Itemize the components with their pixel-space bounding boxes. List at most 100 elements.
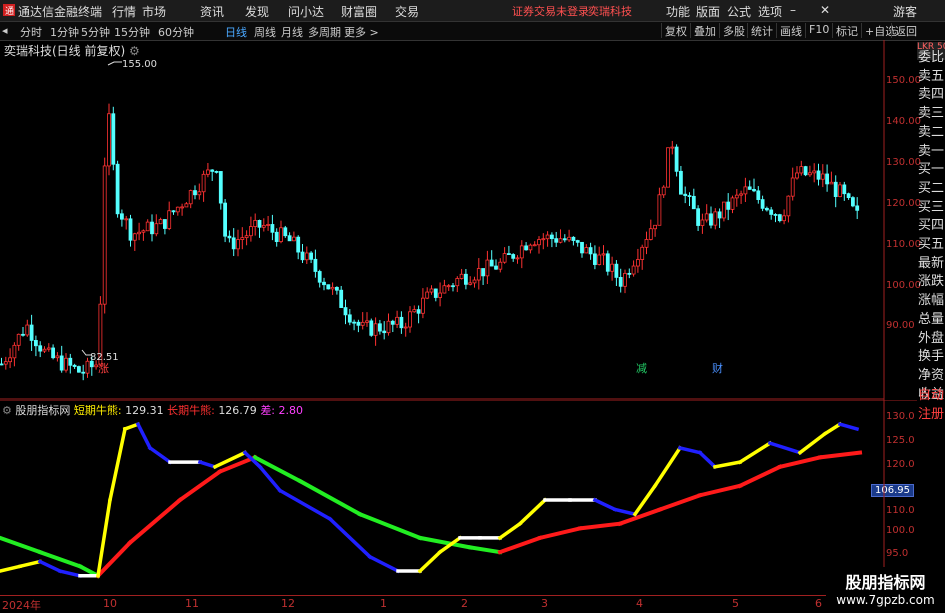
- minimize-icon[interactable]: –: [790, 3, 796, 17]
- menu-formula[interactable]: 公式: [727, 3, 751, 20]
- side-item[interactable]: 净资: [917, 364, 945, 383]
- candle-body: [489, 259, 494, 267]
- long-bull-bear-line: [467, 545, 503, 555]
- candle-body: [550, 234, 554, 240]
- candle-body: [765, 207, 769, 211]
- short-bull-bear-line: [632, 483, 658, 517]
- side-item[interactable]: 卖二: [917, 121, 945, 140]
- side-item[interactable]: 买五: [917, 233, 945, 252]
- candle-body: [730, 197, 735, 210]
- candle-body: [752, 189, 756, 192]
- menu-news[interactable]: 资讯: [200, 3, 224, 20]
- menu-options[interactable]: 选项: [758, 3, 782, 20]
- side-item-bottom[interactable]: 自动: [917, 384, 945, 403]
- candle-body: [162, 219, 167, 229]
- x-tick-label: 2: [461, 597, 468, 610]
- menu-function[interactable]: 功能: [666, 3, 690, 20]
- menu-wealth[interactable]: 财富圈: [341, 3, 377, 20]
- mark-button[interactable]: 标记: [832, 23, 861, 38]
- side-item[interactable]: 换手: [917, 345, 945, 364]
- side-item[interactable]: 卖五: [917, 65, 945, 84]
- price-chart[interactable]: [0, 40, 917, 400]
- side-item[interactable]: 买四: [917, 214, 945, 233]
- menu-discover[interactable]: 发现: [245, 3, 269, 20]
- user-label[interactable]: 游客: [893, 3, 917, 20]
- f10-button[interactable]: F10: [805, 23, 832, 38]
- collapse-icon[interactable]: ◂: [2, 24, 8, 37]
- stats-button[interactable]: 统计: [747, 23, 776, 38]
- candle-body: [279, 227, 283, 242]
- indicator-chart[interactable]: [0, 400, 917, 596]
- menu-market[interactable]: 市场: [142, 3, 166, 20]
- side-item-bottom[interactable]: 注册: [917, 403, 945, 422]
- multi-stock-button[interactable]: 多股: [719, 23, 748, 38]
- candle-body: [377, 323, 382, 332]
- period-multi[interactable]: 多周期: [308, 24, 341, 40]
- candle-body: [446, 285, 451, 288]
- side-item[interactable]: 卖四: [917, 83, 945, 102]
- back-button[interactable]: 返回: [891, 23, 920, 38]
- candle-body: [567, 236, 571, 241]
- candle-body: [855, 205, 860, 211]
- period-15min[interactable]: 15分钟: [114, 24, 150, 40]
- adjust-button[interactable]: 复权: [661, 23, 690, 38]
- candle-body: [236, 239, 240, 250]
- candle-body: [838, 184, 842, 197]
- short-bull-bear-line: [417, 549, 443, 574]
- short-bull-bear-line: [367, 554, 401, 574]
- close-icon[interactable]: ✕: [820, 3, 830, 17]
- candle-body: [124, 218, 129, 221]
- short-bull-bear-line: [712, 460, 743, 469]
- menu-quotes[interactable]: 行情: [112, 3, 136, 20]
- draw-button[interactable]: 画线: [776, 23, 805, 38]
- candle-body: [575, 240, 580, 243]
- candle-body: [227, 235, 232, 239]
- candle-body: [597, 254, 602, 265]
- candle-body: [132, 233, 137, 241]
- period-daily[interactable]: 日线: [225, 24, 247, 40]
- candle-body: [309, 252, 314, 260]
- candle-body: [197, 191, 202, 196]
- candle-body: [640, 246, 645, 260]
- side-item[interactable]: 卖三: [917, 102, 945, 121]
- period-more[interactable]: 更多 >: [344, 24, 379, 40]
- candle-body: [145, 221, 150, 232]
- side-item[interactable]: 涨幅: [917, 289, 945, 308]
- candle-body: [691, 195, 696, 210]
- side-item[interactable]: 买一: [917, 158, 945, 177]
- candle-body: [356, 321, 361, 326]
- period-60min[interactable]: 60分钟: [158, 24, 194, 40]
- period-weekly[interactable]: 周线: [254, 24, 276, 40]
- candle-body: [502, 253, 507, 263]
- period-intraday[interactable]: 分时: [20, 24, 42, 40]
- overlay-button[interactable]: 叠加: [690, 23, 719, 38]
- menu-layout[interactable]: 版面: [696, 3, 720, 20]
- login-notice[interactable]: 证券交易未登录: [512, 3, 589, 19]
- side-item[interactable]: 最新: [917, 252, 945, 271]
- short-bull-bear-line: [517, 497, 548, 527]
- period-5min[interactable]: 5分钟: [81, 24, 110, 40]
- side-item[interactable]: 总量: [917, 308, 945, 327]
- side-item[interactable]: 买二: [917, 177, 945, 196]
- side-item[interactable]: 涨跌: [917, 270, 945, 289]
- candle-body: [519, 245, 524, 259]
- candle-body: [107, 113, 111, 167]
- menu-trade[interactable]: 交易: [395, 3, 419, 20]
- period-1min[interactable]: 1分钟: [50, 24, 79, 40]
- candle-body: [25, 324, 30, 336]
- side-item[interactable]: 买三: [917, 196, 945, 215]
- candle-body: [425, 291, 430, 299]
- high-pointer: [107, 61, 122, 66]
- candle-body: [261, 224, 266, 228]
- menu-ask[interactable]: 问小达: [288, 3, 324, 20]
- candle-body: [64, 357, 68, 371]
- candle-body: [330, 286, 335, 290]
- candle-body: [438, 292, 443, 298]
- candle-body: [670, 146, 675, 149]
- period-monthly[interactable]: 月线: [281, 24, 303, 40]
- side-item[interactable]: 委比: [917, 46, 945, 65]
- side-item[interactable]: 卖一: [917, 140, 945, 159]
- candle-body: [334, 286, 339, 291]
- side-item[interactable]: 外盘: [917, 327, 945, 346]
- candle-body: [395, 316, 400, 325]
